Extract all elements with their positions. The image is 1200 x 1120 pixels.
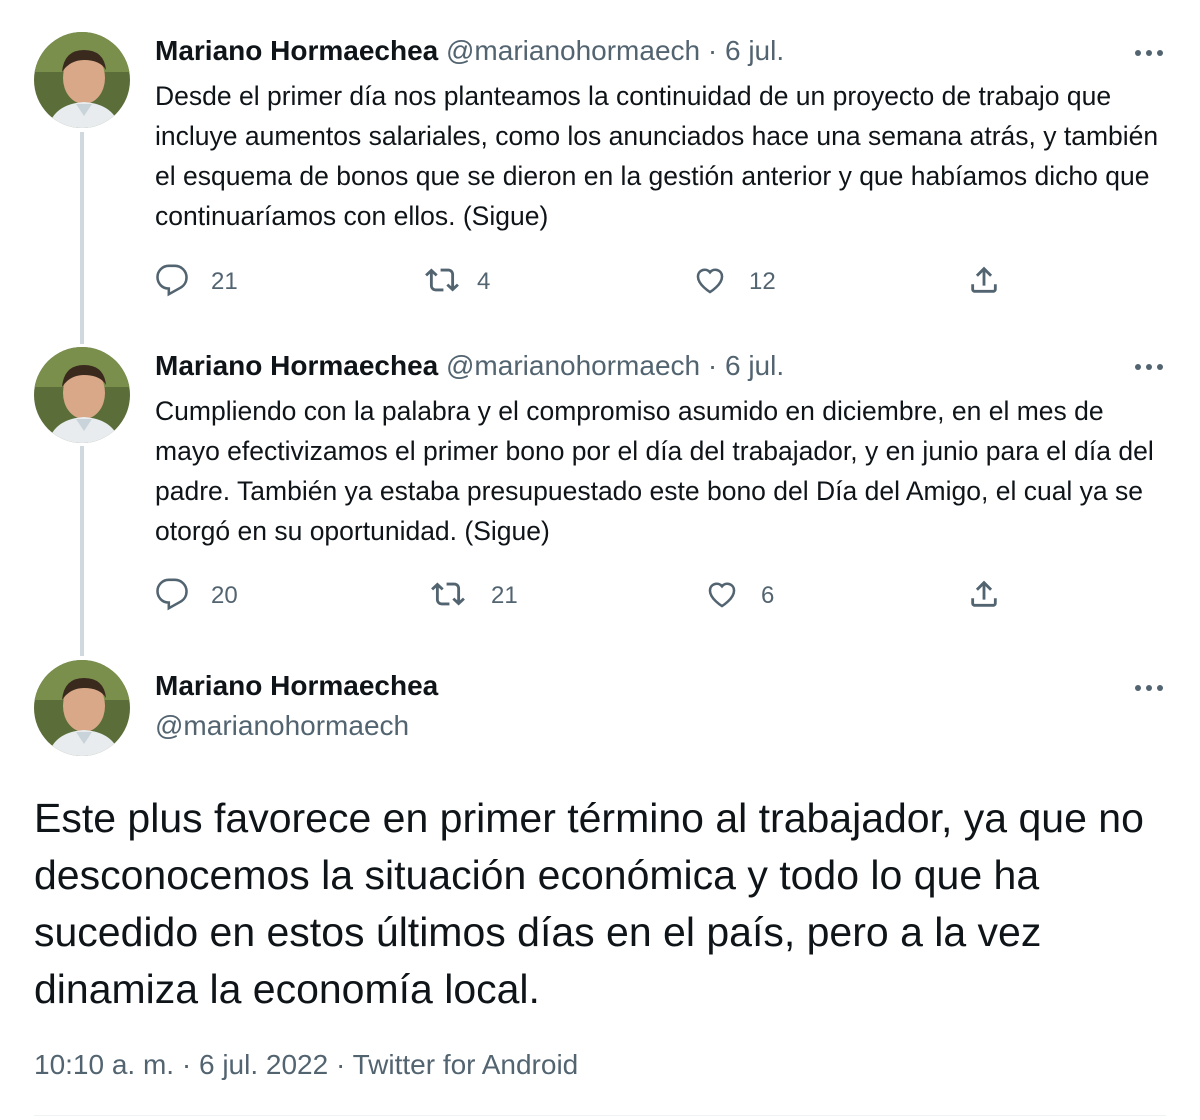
like-count: 12 (749, 268, 776, 295)
author-handle[interactable]: @marianohormaech (446, 35, 700, 66)
more-icon[interactable] (1132, 671, 1166, 705)
thread-connector-line (80, 132, 84, 344)
reply-count: 21 (211, 268, 238, 295)
reply-button[interactable]: 20 (155, 576, 238, 616)
avatar[interactable] (34, 32, 130, 128)
tweet-date[interactable]: 6 jul. 2022 (199, 1049, 328, 1080)
like-button[interactable]: 12 (693, 262, 776, 302)
tweet-date[interactable]: 6 jul. (725, 35, 784, 66)
heart-icon (693, 263, 727, 302)
reply-icon (155, 263, 189, 302)
author-name[interactable]: Mariano Hormaechea (155, 35, 438, 66)
tweet-date[interactable]: 6 jul. (725, 350, 784, 381)
tweet-meta: 10:10 a. m. · 6 jul. 2022 · Twitter for … (34, 1045, 578, 1085)
retweet-icon (431, 577, 465, 616)
avatar[interactable] (34, 660, 130, 756)
tweet-header: Mariano Hormaechea @marianohormaech · 6 … (155, 34, 784, 68)
divider (34, 1115, 1166, 1116)
author-name[interactable]: Mariano Hormaechea (155, 350, 438, 381)
separator: · (335, 1049, 346, 1080)
separator: · (181, 1049, 192, 1080)
tweet-actions: 21 4 12 (155, 262, 1015, 302)
author-handle[interactable]: @marianohormaech (446, 350, 700, 381)
author-handle[interactable]: @marianohormaech (155, 708, 409, 744)
tweet-text: Desde el primer día nos planteamos la co… (155, 81, 1159, 231)
reply-button[interactable]: 21 (155, 262, 238, 302)
tweet-time[interactable]: 10:10 a. m. (34, 1049, 174, 1080)
retweet-icon (425, 263, 459, 302)
share-icon (967, 577, 1001, 616)
retweet-count: 21 (491, 582, 518, 609)
tweet-text: Este plus favorece en primer término al … (34, 795, 1144, 1012)
reply-icon (155, 577, 189, 616)
tweet-text: Cumpliendo con la palabra y el compromis… (155, 396, 1154, 546)
tweet-source[interactable]: Twitter for Android (353, 1049, 579, 1080)
like-button[interactable]: 6 (705, 576, 774, 616)
retweet-button[interactable]: 21 (431, 576, 518, 616)
share-button[interactable] (967, 262, 1001, 302)
reply-count: 20 (211, 582, 238, 609)
author-name[interactable]: Mariano Hormaechea (155, 668, 438, 704)
more-icon[interactable] (1132, 36, 1166, 70)
like-count: 6 (761, 582, 775, 609)
thread-connector-line (80, 446, 84, 656)
heart-icon (705, 577, 739, 616)
avatar[interactable] (34, 347, 130, 443)
tweet-actions: 20 21 6 (155, 576, 1015, 616)
separator: · (707, 350, 718, 381)
share-icon (967, 263, 1001, 302)
separator: · (707, 35, 718, 66)
more-icon[interactable] (1132, 350, 1166, 384)
share-button[interactable] (967, 576, 1001, 616)
tweet-header: Mariano Hormaechea @marianohormaech · 6 … (155, 349, 784, 383)
retweet-button[interactable]: 4 (425, 262, 490, 302)
retweet-count: 4 (477, 268, 491, 295)
